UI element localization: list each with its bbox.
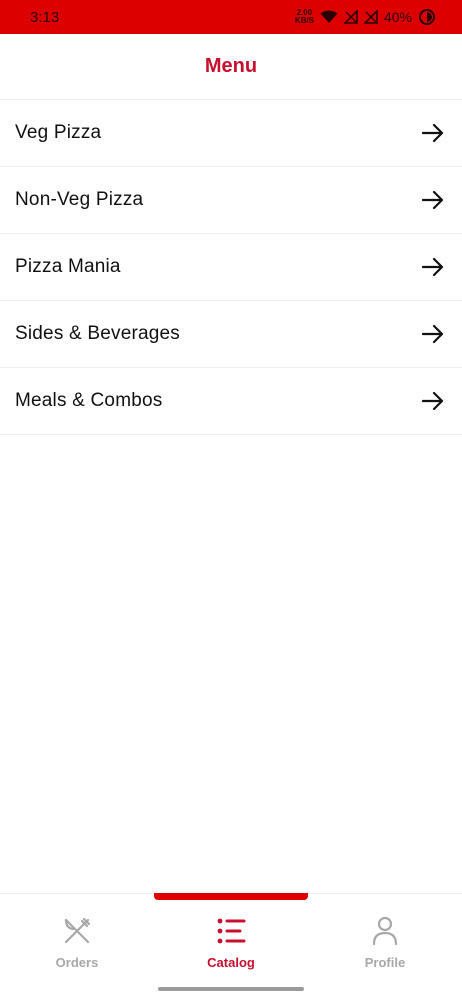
menu-item-veg-pizza[interactable]: Veg Pizza <box>0 100 462 167</box>
app-screen: 3:13 2.00 KB/S 40% Menu Veg Pizza Non-Ve… <box>0 0 462 1000</box>
menu-item-label: Sides & Beverages <box>15 323 180 344</box>
bottom-navigation: Orders Catalog Profile <box>0 893 462 1000</box>
arrow-right-icon <box>422 391 444 411</box>
menu-list: Veg Pizza Non-Veg Pizza Pizza Mania Side… <box>0 100 462 435</box>
status-icons: 2.00 KB/S 40% <box>295 8 436 26</box>
arrow-right-icon <box>422 123 444 143</box>
tab-catalog[interactable]: Catalog <box>154 916 308 970</box>
arrow-right-icon <box>422 190 444 210</box>
app-header: Menu <box>0 34 462 100</box>
tab-label: Profile <box>364 955 406 970</box>
menu-item-sides-beverages[interactable]: Sides & Beverages <box>0 301 462 368</box>
menu-item-pizza-mania[interactable]: Pizza Mania <box>0 234 462 301</box>
menu-item-label: Meals & Combos <box>15 390 163 411</box>
wifi-icon <box>320 10 338 24</box>
menu-item-label: Pizza Mania <box>15 256 121 277</box>
list-icon <box>216 916 246 951</box>
person-icon <box>370 916 400 951</box>
tab-orders[interactable]: Orders <box>0 916 154 970</box>
network-speed: 2.00 KB/S <box>295 9 314 25</box>
battery-icon <box>418 8 436 26</box>
menu-item-label: Veg Pizza <box>15 122 102 143</box>
signal-off-icon <box>343 10 358 24</box>
signal-off-icon-2 <box>363 10 378 24</box>
home-gesture-bar[interactable] <box>158 987 304 991</box>
menu-item-non-veg-pizza[interactable]: Non-Veg Pizza <box>0 167 462 234</box>
menu-item-meals-combos[interactable]: Meals & Combos <box>0 368 462 435</box>
page-title: Menu <box>204 55 258 77</box>
active-tab-indicator <box>154 893 308 900</box>
status-bar: 3:13 2.00 KB/S 40% <box>0 0 462 34</box>
fork-knife-icon <box>62 916 92 951</box>
arrow-right-icon <box>422 257 444 277</box>
menu-item-label: Non-Veg Pizza <box>15 189 144 210</box>
tab-label: Orders <box>55 955 99 970</box>
tab-profile[interactable]: Profile <box>308 916 462 970</box>
battery-percentage: 40% <box>383 9 412 25</box>
status-time: 3:13 <box>30 8 60 26</box>
tab-label: Catalog <box>207 955 255 970</box>
network-speed-unit: KB/S <box>294 16 314 25</box>
arrow-right-icon <box>422 324 444 344</box>
